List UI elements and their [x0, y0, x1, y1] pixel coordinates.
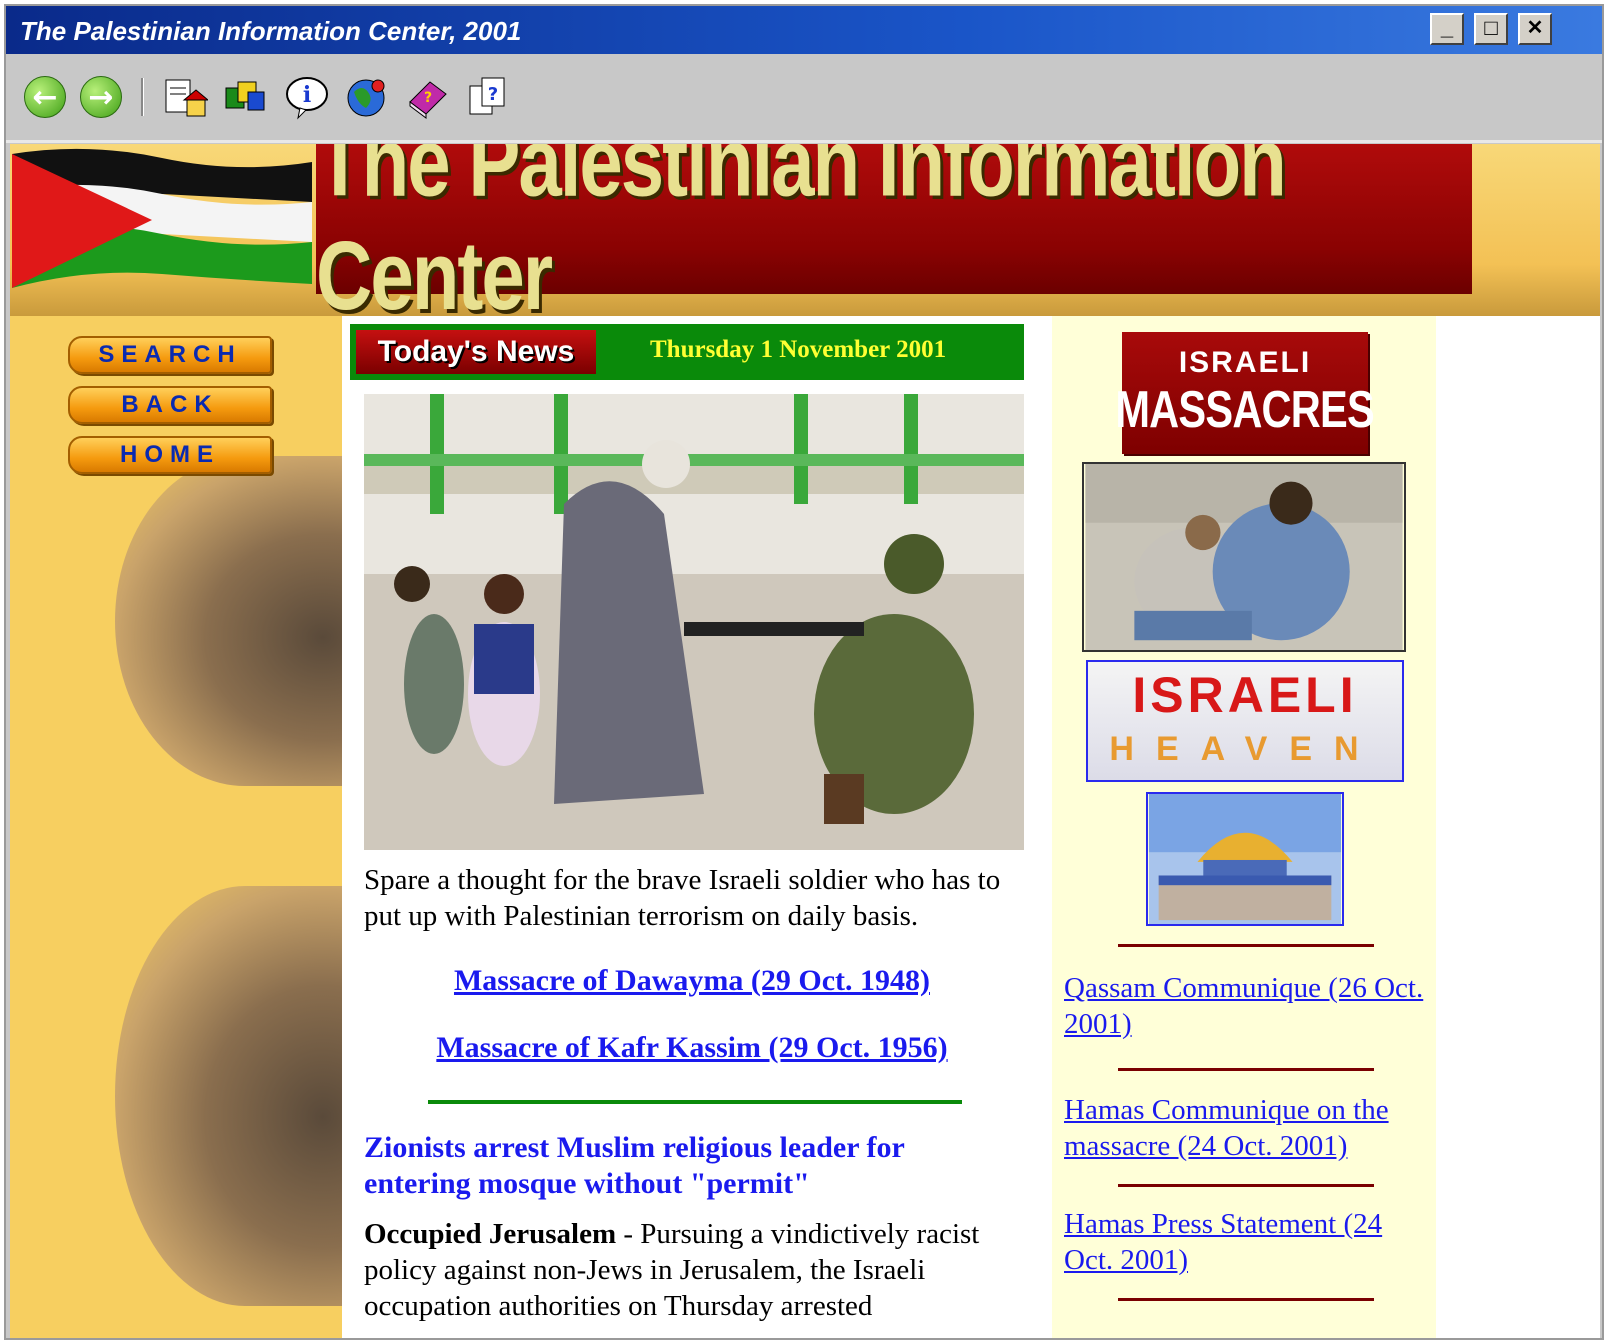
- help-icon: ?: [469, 77, 505, 115]
- browser-window: The Palestinian Information Center, 2001…: [4, 4, 1604, 1340]
- book-button[interactable]: ?: [404, 74, 450, 120]
- site-banner: The Palestinian Information Center: [10, 144, 1600, 330]
- news-column: Today's News Thursday 1 November 2001 Sp…: [342, 316, 1042, 1338]
- arrow-right-icon: →: [80, 76, 122, 118]
- right-sidebar: ISRAELI MASSACRES ISRAELI HEAVEN Qassam …: [1052, 316, 1436, 1338]
- red-divider: [1118, 1184, 1374, 1187]
- forward-nav-button[interactable]: →: [78, 74, 124, 120]
- minimize-button[interactable]: _: [1430, 13, 1464, 45]
- right-margin: [1436, 316, 1600, 1338]
- maximize-button[interactable]: □: [1474, 13, 1508, 45]
- site-title-banner: The Palestinian Information Center: [316, 144, 1472, 330]
- close-button[interactable]: ✕: [1518, 13, 1552, 45]
- news-body: Occupied Jerusalem - Pursuing a vindicti…: [364, 1216, 1024, 1324]
- toolbar-separator: [141, 78, 144, 116]
- link-hamas-communique[interactable]: Hamas Communique on the massacre (24 Oct…: [1064, 1092, 1426, 1164]
- green-divider: [428, 1100, 962, 1104]
- search-button[interactable]: SEARCH: [68, 336, 272, 374]
- svg-text:i: i: [303, 82, 311, 108]
- link-massacre-dawayma[interactable]: Massacre of Dawayma (29 Oct. 1948): [342, 964, 1042, 998]
- photo-caption: Spare a thought for the brave Israeli so…: [364, 864, 1001, 932]
- back-nav-button[interactable]: ←: [22, 74, 68, 120]
- info-button[interactable]: i: [284, 74, 330, 120]
- link-qassam-communique[interactable]: Qassam Communique (26 Oct. 2001): [1064, 970, 1426, 1042]
- back-button[interactable]: BACK: [68, 386, 272, 424]
- red-divider: [1118, 944, 1374, 947]
- links-icon: [225, 81, 265, 111]
- news-date: Thursday 1 November 2001: [650, 336, 947, 363]
- book-icon: ?: [409, 81, 447, 119]
- massacres-banner-top: ISRAELI: [1178, 346, 1312, 379]
- israeli-massacres-banner[interactable]: ISRAELI MASSACRES: [1116, 332, 1375, 454]
- home-page-button[interactable]: [162, 74, 208, 120]
- globe-button[interactable]: [344, 74, 390, 120]
- svg-text:?: ?: [488, 84, 498, 105]
- web-page: The Palestinian Information Center SEARC…: [10, 144, 1600, 1338]
- arrow-left-icon: ←: [24, 76, 66, 118]
- window-title: The Palestinian Information Center, 2001: [20, 16, 522, 46]
- home-button[interactable]: HOME: [68, 436, 272, 474]
- svg-text:?: ?: [424, 90, 432, 106]
- home-page-icon: [165, 79, 208, 117]
- left-navigation: SEARCH BACK HOME: [10, 316, 342, 1338]
- red-divider: [1118, 1068, 1374, 1071]
- heaven-banner-top: ISRAELI: [1132, 667, 1358, 723]
- todays-news-badge: Today's News: [356, 330, 596, 374]
- red-divider: [1118, 1298, 1374, 1301]
- links-button[interactable]: [222, 74, 268, 120]
- column-gap: [1042, 316, 1052, 1338]
- site-title: The Palestinian Information Center: [316, 144, 1287, 331]
- massacre-photo[interactable]: [1082, 462, 1406, 652]
- title-bar[interactable]: The Palestinian Information Center, 2001…: [6, 6, 1602, 54]
- link-hamas-press-statement[interactable]: Hamas Press Statement (24 Oct. 2001): [1064, 1206, 1426, 1278]
- mosque-crowd-image-2: [115, 886, 342, 1306]
- dome-of-the-rock-image[interactable]: [1146, 792, 1344, 926]
- toolbar: ← → i ? ?: [6, 54, 1602, 143]
- help-button[interactable]: ?: [464, 74, 510, 120]
- news-photo: [364, 394, 1024, 850]
- palestinian-flag-image: [12, 148, 312, 288]
- massacres-banner-bottom: MASSACRES: [1115, 381, 1375, 439]
- info-icon: i: [286, 77, 328, 120]
- link-massacre-kafr-kassim[interactable]: Massacre of Kafr Kassim (29 Oct. 1956): [342, 1031, 1042, 1065]
- israeli-heaven-banner[interactable]: ISRAELI HEAVEN: [1086, 660, 1404, 782]
- news-dateline: Occupied Jerusalem: [364, 1218, 617, 1250]
- globe-icon: [347, 79, 385, 117]
- news-header-bar: Today's News Thursday 1 November 2001: [350, 324, 1024, 380]
- mosque-crowd-image: [115, 456, 342, 786]
- news-headline[interactable]: Zionists arrest Muslim religious leader …: [364, 1130, 1004, 1202]
- heaven-banner-bottom: HEAVEN: [1109, 730, 1381, 768]
